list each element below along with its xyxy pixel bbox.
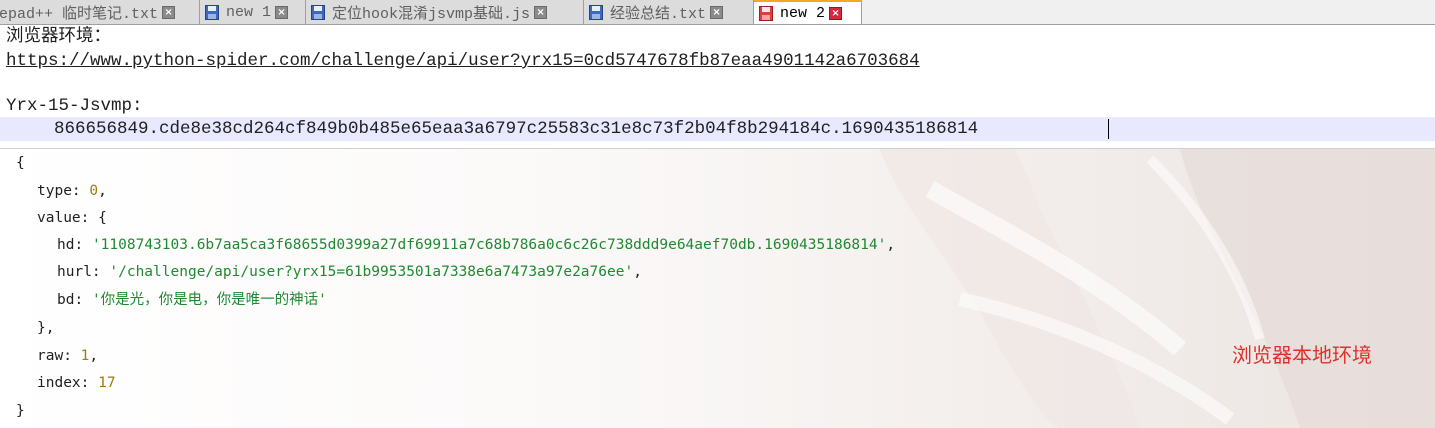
json-string: '你是光，你是电，你是唯一的神话' <box>91 292 327 308</box>
editor-line-url[interactable]: https://www.python-spider.com/challenge/… <box>6 50 920 72</box>
json-close-value: }, <box>37 320 55 336</box>
tab-label: new 2 <box>780 5 826 22</box>
json-number: 0 <box>89 183 99 199</box>
json-key: hurl <box>57 264 92 280</box>
text-caret <box>1108 119 1109 139</box>
json-line-hd: hd: '1108743103.6b7aa5ca3f68655d0399a27d… <box>57 237 896 253</box>
json-key: value <box>37 210 81 226</box>
tab-label: 定位hook混淆jsvmp基础.js <box>332 5 531 23</box>
close-icon[interactable]: × <box>534 5 548 19</box>
json-line-hurl: hurl: '/challenge/api/user?yrx15=61b9953… <box>57 264 642 280</box>
json-string: '/challenge/api/user?yrx15=61b9953501a73… <box>109 264 634 280</box>
tab-bar: epad++ 临时笔记.txt × new 1 × 定位hook混淆jsvmp基… <box>0 0 1435 25</box>
close-icon[interactable]: × <box>275 5 289 19</box>
json-number: 1 <box>80 348 90 364</box>
tab-summary[interactable]: 经验总结.txt × <box>584 0 754 24</box>
tab-notes[interactable]: epad++ 临时笔记.txt × <box>0 0 200 24</box>
json-line-bd: bd: '你是光，你是电，你是唯一的神话' <box>57 292 327 308</box>
json-line-type: type: 0, <box>37 183 107 199</box>
editor-pane[interactable]: 浏览器环境： https://www.python-spider.com/cha… <box>0 25 1435 148</box>
close-icon[interactable]: × <box>162 5 176 19</box>
editor-line-header-name: Yrx-15-Jsvmp: <box>6 96 143 116</box>
tab-label: 经验总结.txt <box>610 5 707 23</box>
tab-new-1[interactable]: new 1 × <box>200 0 306 24</box>
floppy-saved-icon <box>205 4 219 20</box>
close-icon[interactable]: × <box>710 5 724 19</box>
json-key: type <box>37 183 72 199</box>
json-close-brace: } <box>16 403 25 419</box>
json-line-value: value: { <box>37 210 107 226</box>
console-output: { type: 0, value: { hd: '1108743103.6b7a… <box>0 148 1435 428</box>
floppy-saved-icon <box>311 4 325 20</box>
close-icon[interactable]: × <box>829 7 843 20</box>
tab-label: new 1 <box>226 3 272 21</box>
editor-line-token: 866656849.cde8e38cd264cf849b0b485e65eaa3… <box>54 119 979 139</box>
json-open-brace: { <box>16 155 25 171</box>
tab-label: epad++ 临时笔记.txt <box>0 5 159 23</box>
json-line-raw: raw: 1, <box>37 348 99 364</box>
json-key: bd <box>57 292 75 308</box>
background-photo <box>880 149 1435 428</box>
floppy-saved-icon <box>589 4 603 20</box>
json-key: raw <box>37 348 64 364</box>
json-string: '1108743103.6b7aa5ca3f68655d0399a27df699… <box>91 237 887 253</box>
json-key: hd <box>57 237 75 253</box>
editor-line-heading: 浏览器环境： <box>6 27 111 47</box>
json-key: index <box>37 375 81 391</box>
floppy-unsaved-icon <box>759 6 773 21</box>
json-line-index: index: 17 <box>37 375 116 391</box>
json-number: 17 <box>98 375 116 391</box>
tab-new-2[interactable]: new 2 × <box>754 0 862 24</box>
tab-jsvmp-js[interactable]: 定位hook混淆jsvmp基础.js × <box>306 0 584 24</box>
annotation-label: 浏览器本地环境 <box>1232 343 1372 367</box>
